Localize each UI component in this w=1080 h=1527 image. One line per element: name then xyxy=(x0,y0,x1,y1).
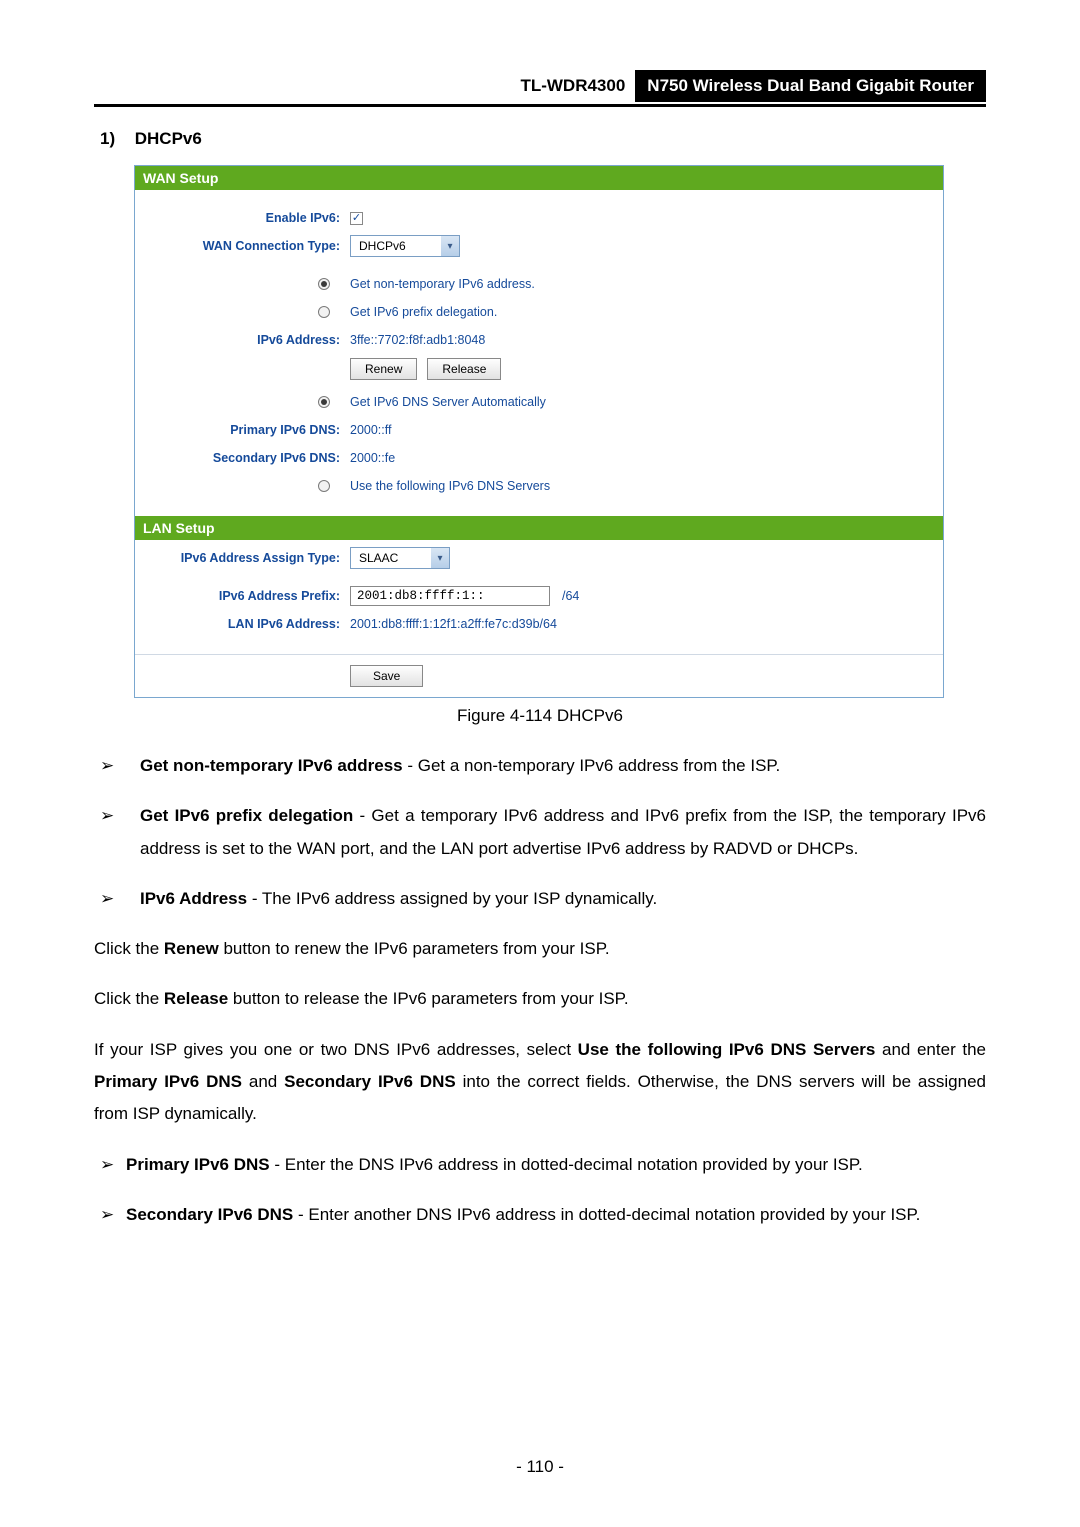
bullet-prefix-delegation: ➢ Get IPv6 prefix delegation - Get a tem… xyxy=(100,800,986,865)
bullet-list-dns: ➢ Primary IPv6 DNS - Enter the DNS IPv6 … xyxy=(100,1149,986,1232)
section-title: DHCPv6 xyxy=(135,129,202,148)
primary-dns-label: Primary IPv6 DNS: xyxy=(135,423,350,437)
radio-non-temp-addr-label: Get non-temporary IPv6 address. xyxy=(350,277,943,291)
wan-setup-title: WAN Setup xyxy=(135,166,943,190)
prefix-input[interactable]: 2001:db8:ffff:1:: xyxy=(350,586,550,606)
bullet-non-temp-addr: ➢ Get non-temporary IPv6 address - Get a… xyxy=(100,750,986,782)
wan-conn-type-value: DHCPv6 xyxy=(351,239,441,253)
bullet-ipv6-address: ➢ IPv6 Address - The IPv6 address assign… xyxy=(100,883,986,915)
para-renew: Click the Renew button to renew the IPv6… xyxy=(94,933,986,965)
ipv6-address-value: 3ffe::7702:f8f:adb1:8048 xyxy=(350,333,943,347)
primary-dns-value: 2000::ff xyxy=(350,423,943,437)
section-number: 1) xyxy=(100,129,130,149)
secondary-dns-label: Secondary IPv6 DNS: xyxy=(135,451,350,465)
radio-prefix-delegation-label: Get IPv6 prefix delegation. xyxy=(350,305,943,319)
enable-ipv6-label: Enable IPv6: xyxy=(135,211,350,225)
radio-dns-auto-label: Get IPv6 DNS Server Automatically xyxy=(350,395,943,409)
bullet-arrow-icon: ➢ xyxy=(100,1199,126,1231)
save-button[interactable]: Save xyxy=(350,665,423,687)
bullet-arrow-icon: ➢ xyxy=(100,800,140,865)
wan-conn-type-label: WAN Connection Type: xyxy=(135,239,350,253)
radio-non-temp-addr[interactable] xyxy=(318,278,330,290)
renew-button[interactable]: Renew xyxy=(350,358,417,380)
lan-setup-title: LAN Setup xyxy=(135,516,943,540)
chevron-down-icon: ▾ xyxy=(431,548,449,568)
figure-caption: Figure 4-114 DHCPv6 xyxy=(94,706,986,726)
assign-type-select[interactable]: SLAAC ▾ xyxy=(350,547,450,569)
config-panel: WAN Setup Enable IPv6: ✓ WAN Connection … xyxy=(134,165,944,698)
bullet-arrow-icon: ➢ xyxy=(100,883,140,915)
bullet-list-main: ➢ Get non-temporary IPv6 address - Get a… xyxy=(100,750,986,915)
prefix-suffix: /64 xyxy=(562,589,579,603)
release-button[interactable]: Release xyxy=(427,358,501,380)
prefix-label: IPv6 Address Prefix: xyxy=(135,589,350,603)
model-label: TL-WDR4300 xyxy=(510,72,635,100)
wan-conn-type-select[interactable]: DHCPv6 ▾ xyxy=(350,235,460,257)
chevron-down-icon: ▾ xyxy=(441,236,459,256)
radio-dns-manual-label: Use the following IPv6 DNS Servers xyxy=(350,479,943,493)
bullet-primary-dns: ➢ Primary IPv6 DNS - Enter the DNS IPv6 … xyxy=(100,1149,986,1181)
page-header: TL-WDR4300 N750 Wireless Dual Band Gigab… xyxy=(94,70,986,107)
bullet-arrow-icon: ➢ xyxy=(100,750,140,782)
lan-addr-value: 2001:db8:ffff:1:12f1:a2ff:fe7c:d39b/64 xyxy=(350,617,943,631)
para-release: Click the Release button to release the … xyxy=(94,983,986,1015)
section-heading: 1) DHCPv6 xyxy=(100,129,986,149)
radio-dns-auto[interactable] xyxy=(318,396,330,408)
page-number: - 110 - xyxy=(0,1457,1080,1477)
assign-type-label: IPv6 Address Assign Type: xyxy=(135,551,350,565)
lan-addr-label: LAN IPv6 Address: xyxy=(135,617,350,631)
para-dns-info: If your ISP gives you one or two DNS IPv… xyxy=(94,1034,986,1131)
wan-setup-body: Enable IPv6: ✓ WAN Connection Type: DHCP… xyxy=(135,190,943,516)
ipv6-address-label: IPv6 Address: xyxy=(135,333,350,347)
bullet-arrow-icon: ➢ xyxy=(100,1149,126,1181)
enable-ipv6-checkbox[interactable]: ✓ xyxy=(350,212,363,225)
assign-type-value: SLAAC xyxy=(351,551,431,565)
product-description: N750 Wireless Dual Band Gigabit Router xyxy=(635,70,986,102)
secondary-dns-value: 2000::fe xyxy=(350,451,943,465)
radio-prefix-delegation[interactable] xyxy=(318,306,330,318)
lan-setup-body: IPv6 Address Assign Type: SLAAC ▾ IPv6 A… xyxy=(135,540,943,654)
save-section: Save xyxy=(135,654,943,697)
bullet-secondary-dns: ➢ Secondary IPv6 DNS - Enter another DNS… xyxy=(100,1199,986,1231)
radio-dns-manual[interactable] xyxy=(318,480,330,492)
